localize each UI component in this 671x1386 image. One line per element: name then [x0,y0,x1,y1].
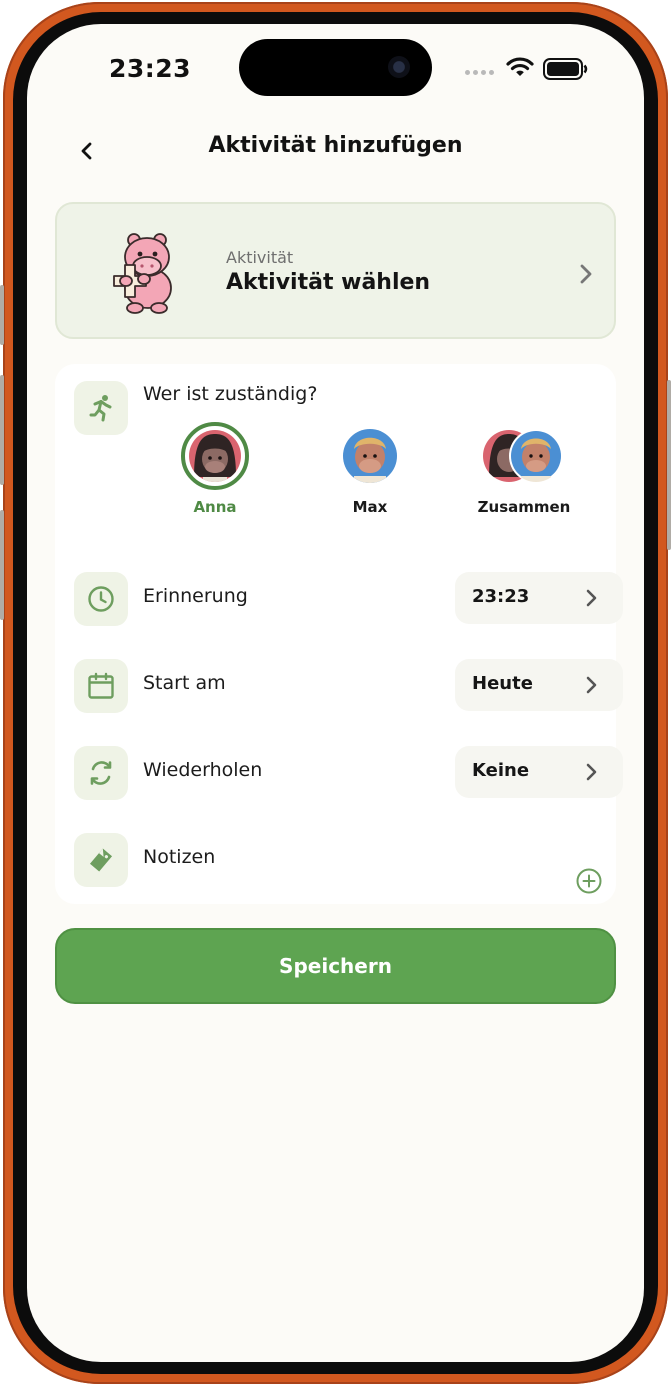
page-title: Aktivität hinzufügen [208,133,463,158]
repeat-icon-box [74,746,128,800]
responsible-icon-box [74,381,128,435]
repeat-label: Wiederholen [143,759,263,781]
activity-value: Aktivität wählen [226,270,431,295]
reminder-time-picker[interactable]: 23:23 [455,572,623,624]
activity-caption: Aktivität [226,248,294,267]
assignee-option-max[interactable]: Max [305,422,435,516]
wifi-icon [506,57,534,76]
start-date-picker[interactable]: Heute [455,659,623,711]
repeat-value: Keine [472,760,530,781]
side-button [667,380,671,550]
cellular-signal-icon [465,70,494,75]
assignee-option-together[interactable]: Zusammen [459,422,589,516]
clock-icon [88,586,114,612]
side-button [0,510,4,620]
camera-icon [388,56,410,78]
activity-selector[interactable]: Aktivität Aktivität wählen [55,202,616,339]
assignee-name: Zusammen [477,498,571,516]
assignee-name: Anna [193,498,237,516]
running-person-icon [89,395,112,422]
start-value: Heute [472,673,533,694]
app-screen: 23:23 Aktivität hinzufügen Aktivität Akt… [27,24,644,1362]
side-button [0,285,4,345]
reminder-label: Erinnerung [143,585,248,607]
plus-circle-icon[interactable] [575,867,603,895]
dynamic-island [239,39,432,96]
avatar-anna [181,422,249,490]
assignee-option-anna[interactable]: Anna [150,422,280,516]
notes-label: Notizen [143,846,216,868]
settings-card: Wer ist zuständig? Anna Max Zusammen Eri… [55,364,623,904]
chevron-right-icon [580,264,592,284]
notes-icon-box [74,833,128,887]
chevron-right-icon [586,676,597,694]
avatar-max [343,429,397,483]
start-icon-box [74,659,128,713]
chevron-right-icon [586,763,597,781]
tag-icon [89,848,113,872]
avatar-together [483,429,563,483]
responsible-label: Wer ist zuständig? [143,383,318,405]
save-button[interactable]: Speichern [55,928,616,1004]
chevron-right-icon [586,589,597,607]
calendar-icon [88,672,114,699]
reminder-icon-box [74,572,128,626]
pink-hippo-icon [113,233,172,314]
side-button [0,375,4,485]
status-time: 23:23 [109,54,192,83]
battery-icon [543,58,588,80]
repeat-picker[interactable]: Keine [455,746,623,798]
start-label: Start am [143,672,226,694]
reminder-value: 23:23 [472,586,530,607]
repeat-icon [90,761,112,785]
assignee-name: Max [352,498,388,516]
